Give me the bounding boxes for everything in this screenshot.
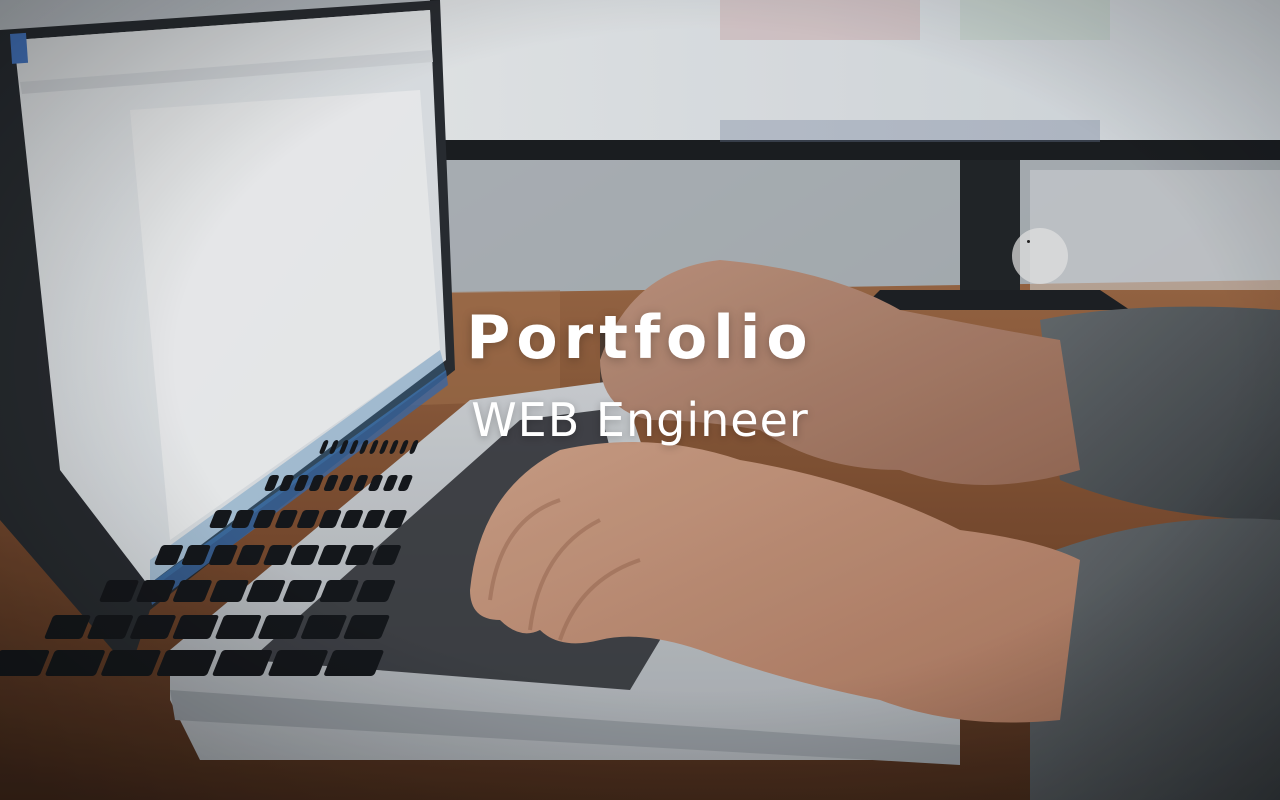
hero-text: Portfolio WEB Engineer xyxy=(0,296,1280,450)
circle-cursor-icon xyxy=(1012,228,1068,284)
hero-title: Portfolio xyxy=(466,303,814,373)
cursor-dot-icon xyxy=(1027,240,1030,243)
hero-subtitle: WEB Engineer xyxy=(471,393,809,447)
hero-section: Portfolio WEB Engineer xyxy=(0,0,1280,800)
